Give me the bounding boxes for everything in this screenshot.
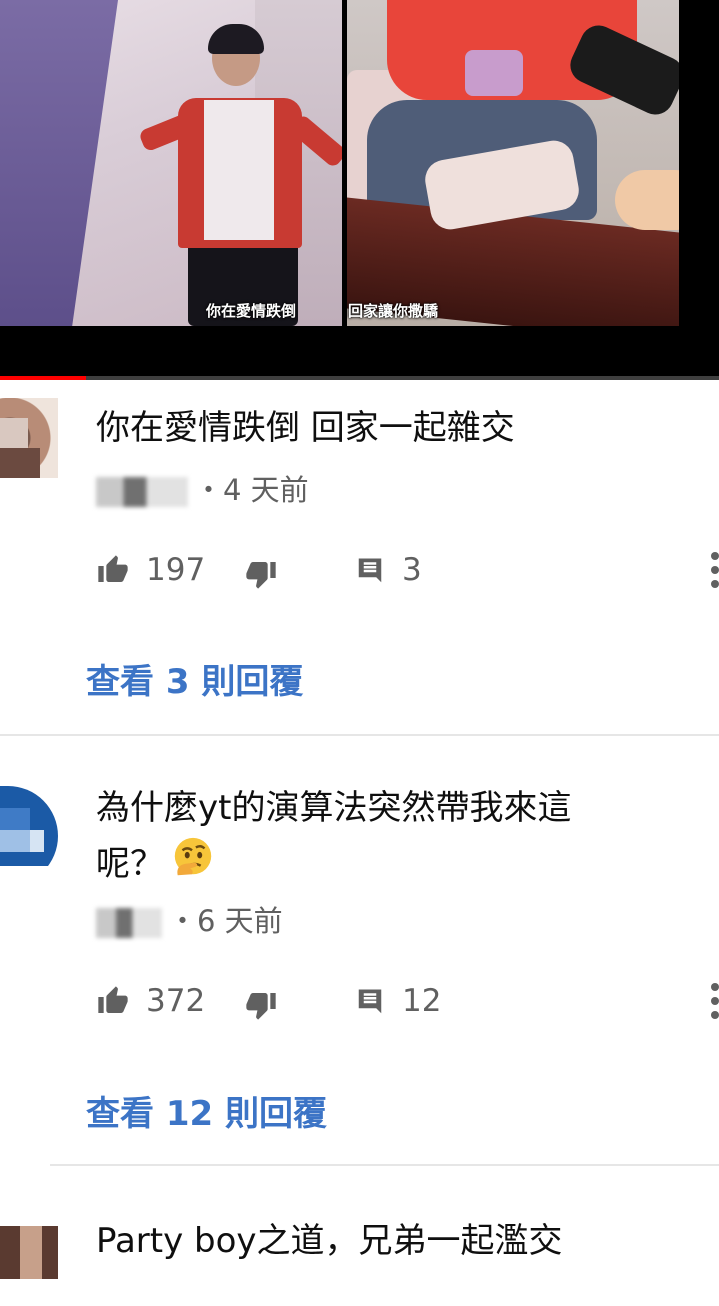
video-frame-left <box>0 0 342 326</box>
comment-text: Party boy之道，兄弟一起濫交 <box>96 1221 563 1261</box>
avatar[interactable] <box>0 786 58 866</box>
comment-text-line1: 為什麼yt的演算法突然帶我來這 <box>96 788 572 828</box>
video-frame-right <box>347 0 679 326</box>
scene-wall <box>0 0 119 326</box>
view-replies-link[interactable]: 查看 3 則回覆 <box>86 660 303 704</box>
scene-hand <box>615 170 679 230</box>
like-count: 372 <box>146 983 206 1019</box>
avatar[interactable] <box>0 1226 58 1306</box>
scene-person-shirt <box>204 100 274 240</box>
comment-icon[interactable] <box>354 556 386 586</box>
thumbs-down-icon[interactable] <box>244 989 278 1021</box>
reply-count: 3 <box>402 552 422 588</box>
thumbs-up-icon[interactable] <box>96 985 130 1017</box>
view-replies-link[interactable]: 查看 12 則回覆 <box>86 1092 327 1136</box>
comment-meta: ・4 天前 <box>96 472 309 508</box>
thumbs-down-icon[interactable] <box>244 558 278 590</box>
like-count: 197 <box>146 552 206 588</box>
thumbs-up-icon[interactable] <box>96 554 130 586</box>
blurred-author-name[interactable] <box>96 477 188 507</box>
comment-time: ・6 天前 <box>168 904 283 938</box>
video-progress-track[interactable] <box>0 376 719 380</box>
scene-person-badge <box>465 50 523 96</box>
comment-time: ・4 天前 <box>194 473 309 507</box>
scene-person-sleeve <box>564 19 679 121</box>
reply-count: 12 <box>402 983 442 1019</box>
comment-icon[interactable] <box>354 987 386 1017</box>
video-subtitle-right: 回家讓你撒驕 <box>348 302 439 320</box>
more-vertical-icon[interactable] <box>707 552 719 588</box>
comment-text-line2: 呢？ <box>96 835 216 889</box>
blurred-author-name[interactable] <box>96 908 162 938</box>
thinking-face-emoji <box>174 837 212 876</box>
video-subtitle-left: 你在愛情跌倒 <box>206 302 297 320</box>
video-player[interactable]: 你在愛情跌倒 回家讓你撒驕 <box>0 0 719 378</box>
video-progress-fill <box>0 376 87 380</box>
comment-meta: ・6 天前 <box>96 903 283 939</box>
divider <box>0 734 719 736</box>
avatar[interactable] <box>0 398 58 478</box>
divider <box>50 1164 719 1166</box>
comment-text: 你在愛情跌倒 回家一起雜交 <box>96 408 515 448</box>
more-vertical-icon[interactable] <box>707 983 719 1019</box>
